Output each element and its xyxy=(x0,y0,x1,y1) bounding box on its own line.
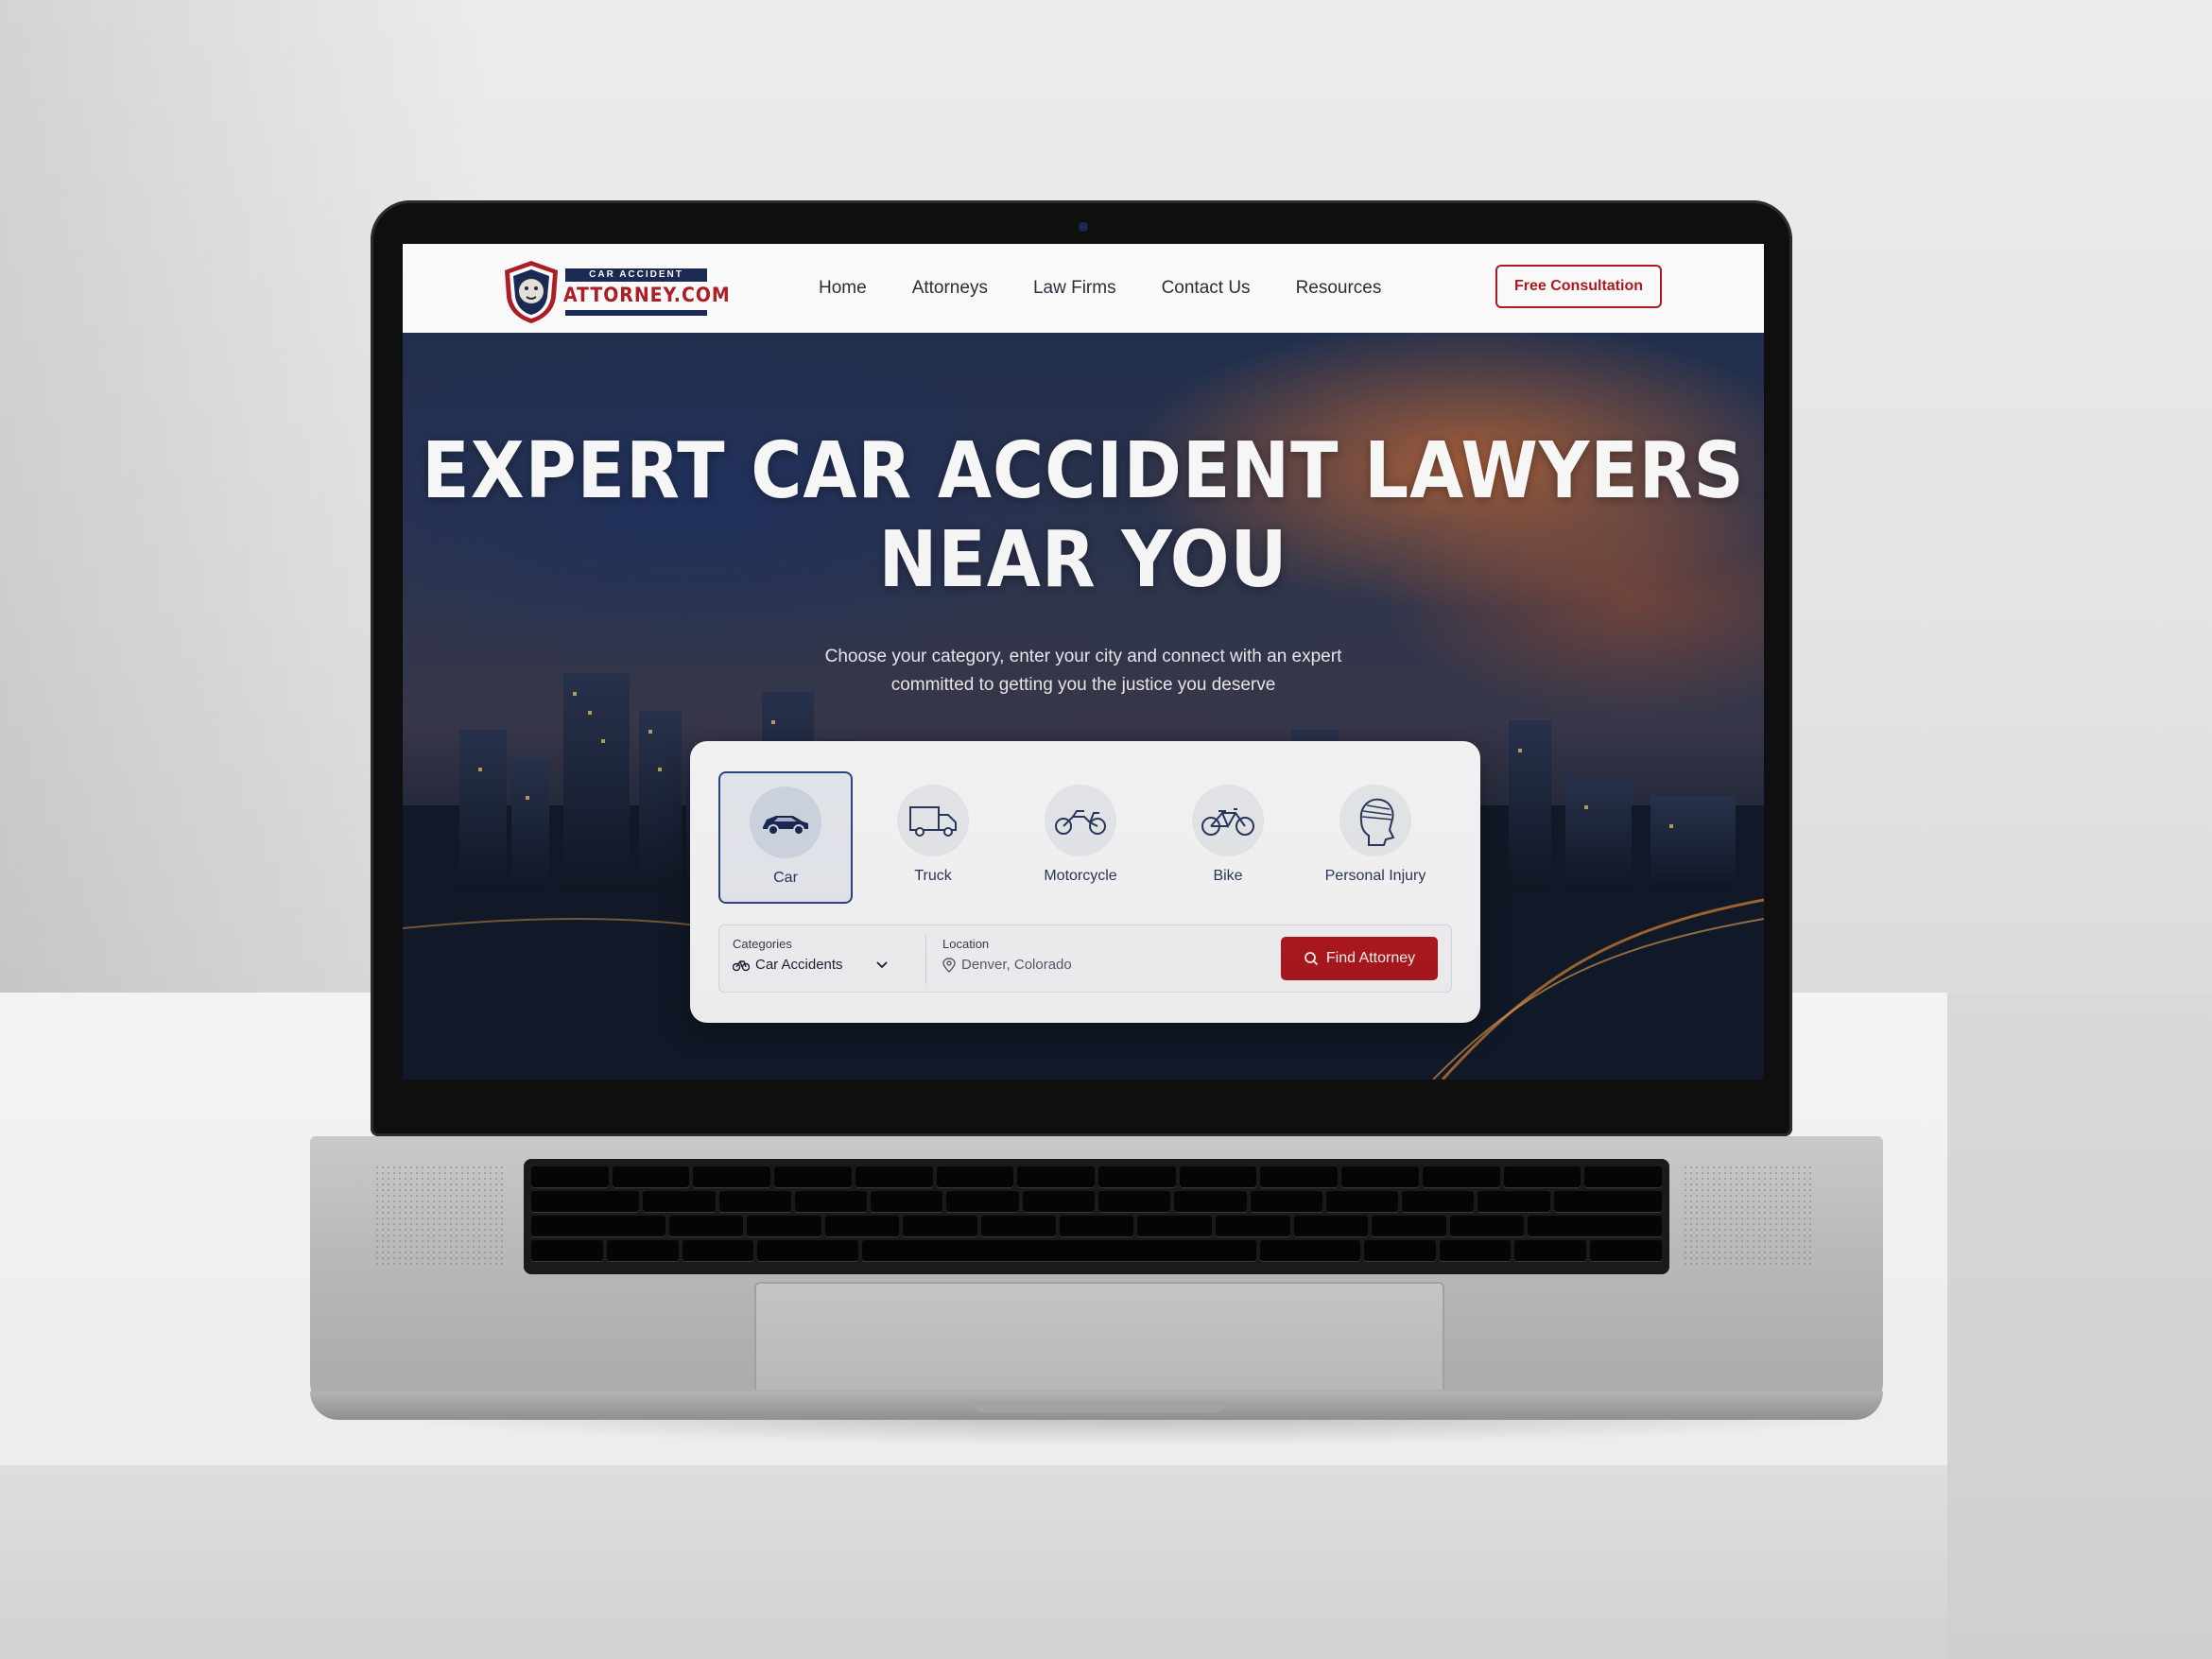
car-icon xyxy=(750,786,822,858)
category-truck[interactable]: Truck xyxy=(866,771,1000,904)
category-personal-injury-label: Personal Injury xyxy=(1324,868,1426,884)
head-bandage-icon xyxy=(1339,785,1411,856)
bicycle-icon xyxy=(1192,785,1264,856)
search-icon xyxy=(1304,952,1318,966)
motorcycle-icon xyxy=(1045,785,1117,856)
location-field-label: Location xyxy=(942,937,990,951)
table-front xyxy=(0,1465,1947,1659)
truck-icon xyxy=(897,785,970,856)
hero-subtitle-line2: committed to getting you the justice you… xyxy=(890,675,1276,695)
right-speaker-grille xyxy=(1683,1165,1815,1269)
location-pin-icon xyxy=(942,957,956,973)
logo-wordmark: ATTORNEY.COM xyxy=(563,284,731,306)
hero-heading-line1: EXPERT CAR ACCIDENT LAWYERS xyxy=(422,426,1745,516)
site-logo[interactable]: CAR ACCIDENT ATTORNEY.COM xyxy=(501,257,730,325)
nav-resources[interactable]: Resources xyxy=(1296,278,1382,299)
hero-section: EXPERT CAR ACCIDENT LAWYERS NEAR YOU Cho… xyxy=(403,333,1764,1080)
hero-heading-line2: NEAR YOU xyxy=(878,515,1288,605)
laptop-screen: CAR ACCIDENT ATTORNEY.COM Home Attorneys… xyxy=(403,244,1764,1080)
site-header: CAR ACCIDENT ATTORNEY.COM Home Attorneys… xyxy=(403,244,1764,334)
category-motorcycle-label: Motorcycle xyxy=(1044,868,1117,884)
search-bar: Categories Car Accidents Location Denver… xyxy=(718,925,1452,993)
category-car-label: Car xyxy=(773,870,798,886)
search-divider xyxy=(925,935,926,984)
category-field-label: Categories xyxy=(733,937,792,951)
search-card: Car Truck Motorcycle Bike Personal Injur… xyxy=(690,741,1480,1023)
main-nav: Home Attorneys Law Firms Contact Us Reso… xyxy=(819,244,1381,333)
chevron-down-icon xyxy=(875,960,888,968)
nav-attorneys[interactable]: Attorneys xyxy=(912,278,988,299)
category-truck-label: Truck xyxy=(914,868,952,884)
lion-shield-icon xyxy=(505,261,558,323)
hero-subtitle: Choose your category, enter your city an… xyxy=(781,643,1386,700)
nav-law-firms[interactable]: Law Firms xyxy=(1033,278,1116,299)
table-side xyxy=(1947,993,2212,1659)
nav-contact-us[interactable]: Contact Us xyxy=(1162,278,1251,299)
logo-tagline: CAR ACCIDENT xyxy=(565,268,707,282)
find-attorney-button[interactable]: Find Attorney xyxy=(1281,937,1438,980)
hero-heading: EXPERT CAR ACCIDENT LAWYERS NEAR YOU xyxy=(403,427,1764,605)
category-car[interactable]: Car xyxy=(718,771,854,904)
category-bike-label: Bike xyxy=(1213,868,1243,884)
category-field-value: Car Accidents xyxy=(755,957,843,973)
free-consultation-button[interactable]: Free Consultation xyxy=(1495,265,1662,308)
category-field-value-row: Car Accidents xyxy=(733,957,912,973)
nav-home[interactable]: Home xyxy=(819,278,867,299)
location-input[interactable]: Location Denver, Colorado xyxy=(942,937,1245,973)
hero-subtitle-line1: Choose your category, enter your city an… xyxy=(824,647,1342,666)
category-dropdown[interactable]: Categories Car Accidents xyxy=(733,937,912,973)
bicycle-small-icon xyxy=(733,959,750,971)
keyboard-keys xyxy=(531,1166,1663,1267)
left-speaker-grille xyxy=(374,1165,507,1269)
category-bike[interactable]: Bike xyxy=(1161,771,1295,904)
category-selector: Car Truck Motorcycle Bike Personal Injur… xyxy=(718,771,1456,904)
location-field-value: Denver, Colorado xyxy=(961,957,1072,973)
find-attorney-label: Find Attorney xyxy=(1325,950,1416,966)
trackpad xyxy=(754,1282,1444,1390)
category-personal-injury[interactable]: Personal Injury xyxy=(1308,771,1443,904)
logo-underline xyxy=(565,310,707,316)
location-field-value-row: Denver, Colorado xyxy=(942,957,1245,973)
webcam xyxy=(1079,222,1088,232)
lid-notch xyxy=(972,1401,1227,1412)
category-motorcycle[interactable]: Motorcycle xyxy=(1013,771,1148,904)
